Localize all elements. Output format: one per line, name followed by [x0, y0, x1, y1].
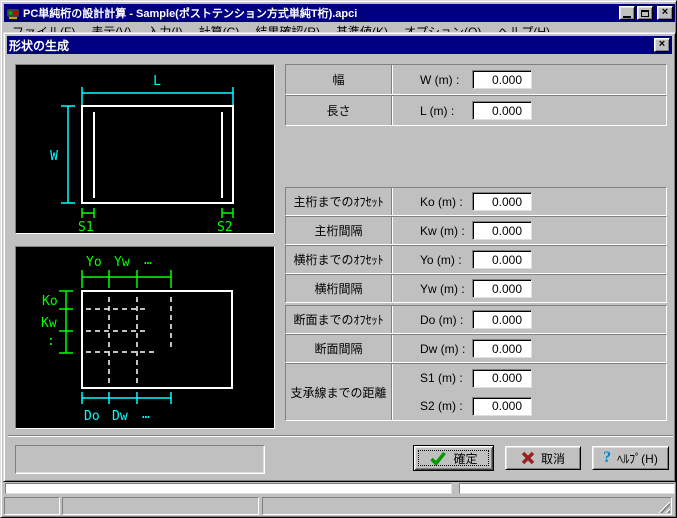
cancel-label: 取消	[541, 450, 565, 467]
row-label: 主桁間隔	[286, 217, 392, 244]
resize-grip-icon[interactable]	[657, 500, 670, 513]
separator-line	[8, 435, 673, 437]
field-symbol: Ko (m) :	[420, 195, 472, 209]
row-label: 幅	[286, 65, 392, 94]
x-icon	[521, 451, 535, 465]
help-button[interactable]: ? ﾍﾙﾌﾟ(H)	[592, 446, 669, 470]
grid-kw-label: Kw	[41, 316, 57, 331]
help-label: ﾍﾙﾌﾟ(H)	[617, 450, 658, 467]
application-window: PC単純桁の設計計算 - Sample(ポストテンション方式単純T桁).apci…	[0, 0, 677, 518]
form-row-length: 長さ L (m) :	[285, 95, 667, 126]
plan-preview-canvas: L W S1 S2	[15, 64, 275, 234]
row-label: 横桁間隔	[286, 275, 392, 302]
form-row-bearing-distance: 支承線までの距離 S1 (m) : S2 (m) :	[285, 363, 667, 421]
confirm-button[interactable]: 確定	[413, 445, 494, 471]
yo-input[interactable]	[472, 250, 532, 269]
plan-length-label: L	[153, 74, 161, 89]
dw-input[interactable]	[472, 339, 532, 358]
form-row-section-spacing: 断面間隔 Dw (m) :	[285, 334, 667, 363]
ko-input[interactable]	[472, 192, 532, 211]
dialog-titlebar: 形状の生成 ×	[7, 36, 672, 54]
plan-width-label: W	[50, 149, 58, 164]
row-label: 断面間隔	[286, 335, 392, 362]
close-icon: ×	[662, 7, 668, 18]
field-symbol: Do (m) :	[420, 313, 472, 327]
grid-ko-label: Ko	[42, 294, 58, 309]
grid-y-more-label: …	[144, 253, 152, 268]
status-panel-2	[62, 497, 259, 515]
field-symbol: Dw (m) :	[420, 342, 472, 356]
plan-s2-label: S2	[217, 220, 233, 233]
dialog-close-button[interactable]: ×	[654, 38, 670, 52]
minimize-button[interactable]	[619, 6, 635, 20]
status-strip-right	[459, 483, 675, 494]
status-strip-left	[5, 483, 452, 494]
row-label: 主桁までのｵﾌｾｯﾄ	[286, 188, 392, 215]
maximize-button[interactable]	[637, 6, 653, 20]
s2-input[interactable]	[472, 397, 532, 416]
window-titlebar: PC単純桁の設計計算 - Sample(ポストテンション方式単純T桁).apci…	[4, 4, 675, 22]
row-label: 支承線までの距離	[286, 364, 392, 420]
form-row-crossbeam-offset: 横桁までのｵﾌｾｯﾄ Yo (m) :	[285, 245, 667, 274]
dialog-title: 形状の生成	[9, 37, 652, 54]
minimize-icon	[623, 16, 631, 18]
form-row-width: 幅 W (m) :	[285, 64, 667, 95]
yw-input[interactable]	[472, 279, 532, 298]
grid-yo-label: Yo	[86, 255, 102, 270]
question-icon: ?	[603, 449, 611, 467]
focus-rect	[418, 450, 489, 466]
kw-input[interactable]	[472, 221, 532, 240]
grid-yw-label: Yw	[114, 255, 130, 270]
close-button[interactable]: ×	[657, 6, 673, 20]
dialog-close-icon: ×	[659, 39, 665, 50]
field-symbol: W (m) :	[420, 73, 472, 87]
form-row-girder-offset: 主桁までのｵﾌｾｯﾄ Ko (m) :	[285, 187, 667, 216]
plan-diagram: L W S1 S2	[16, 65, 274, 233]
plan-s1-label: S1	[78, 220, 94, 233]
grid-do-label: Do	[84, 409, 100, 424]
status-panel-1	[4, 497, 60, 515]
form-row-girder-spacing: 主桁間隔 Kw (m) :	[285, 216, 667, 245]
grid-dw-label: Dw	[112, 409, 128, 424]
shape-generation-dialog: 形状の生成 × L W	[3, 32, 676, 482]
status-panel-3	[262, 497, 672, 515]
grid-preview-canvas: Yo Yw … Ko Kw : Do Dw …	[15, 246, 275, 429]
status-bar	[4, 495, 675, 516]
width-input[interactable]	[472, 70, 532, 89]
row-label: 断面までのｵﾌｾｯﾄ	[286, 306, 392, 333]
field-symbol: S2 (m) :	[420, 399, 472, 413]
field-symbol: S1 (m) :	[420, 371, 472, 385]
field-symbol: Kw (m) :	[420, 224, 472, 238]
s1-input[interactable]	[472, 369, 532, 388]
length-input[interactable]	[472, 101, 532, 120]
form-row-section-offset: 断面までのｵﾌｾｯﾄ Do (m) :	[285, 305, 667, 334]
field-symbol: Yo (m) :	[420, 253, 472, 267]
do-input[interactable]	[472, 310, 532, 329]
cancel-button[interactable]: 取消	[505, 446, 581, 470]
grid-diagram: Yo Yw … Ko Kw : Do Dw …	[16, 247, 274, 428]
field-symbol: L (m) :	[420, 104, 472, 118]
window-title: PC単純桁の設計計算 - Sample(ポストテンション方式単純T桁).apci	[23, 5, 614, 21]
form-row-crossbeam-spacing: 横桁間隔 Yw (m) :	[285, 274, 667, 303]
message-area	[15, 445, 265, 474]
maximize-icon	[641, 10, 649, 17]
grid-k-more-label: :	[47, 334, 55, 349]
row-label: 横桁までのｵﾌｾｯﾄ	[286, 246, 392, 273]
row-label: 長さ	[286, 96, 392, 125]
grid-d-more-label: …	[142, 407, 150, 422]
app-icon	[6, 6, 20, 20]
field-symbol: Yw (m) :	[420, 282, 472, 296]
